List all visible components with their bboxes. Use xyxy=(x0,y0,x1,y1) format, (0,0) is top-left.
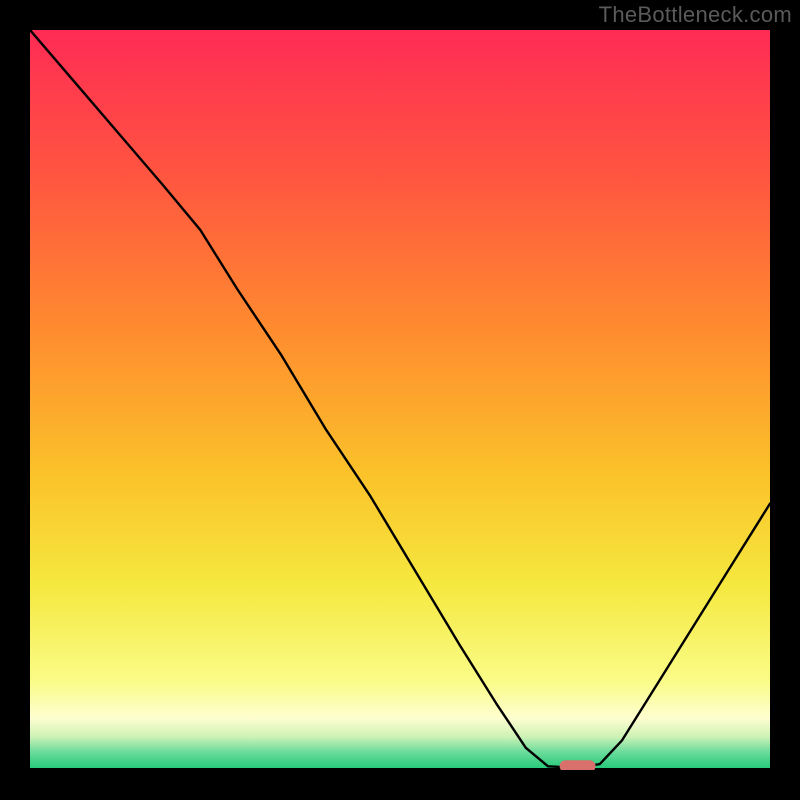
chart-svg xyxy=(30,30,770,770)
watermark-text: TheBottleneck.com xyxy=(599,2,792,28)
chart-frame: TheBottleneck.com xyxy=(0,0,800,800)
gradient-background xyxy=(30,30,770,770)
bottleneck-chart xyxy=(30,30,770,770)
optimal-point-marker xyxy=(560,760,596,770)
